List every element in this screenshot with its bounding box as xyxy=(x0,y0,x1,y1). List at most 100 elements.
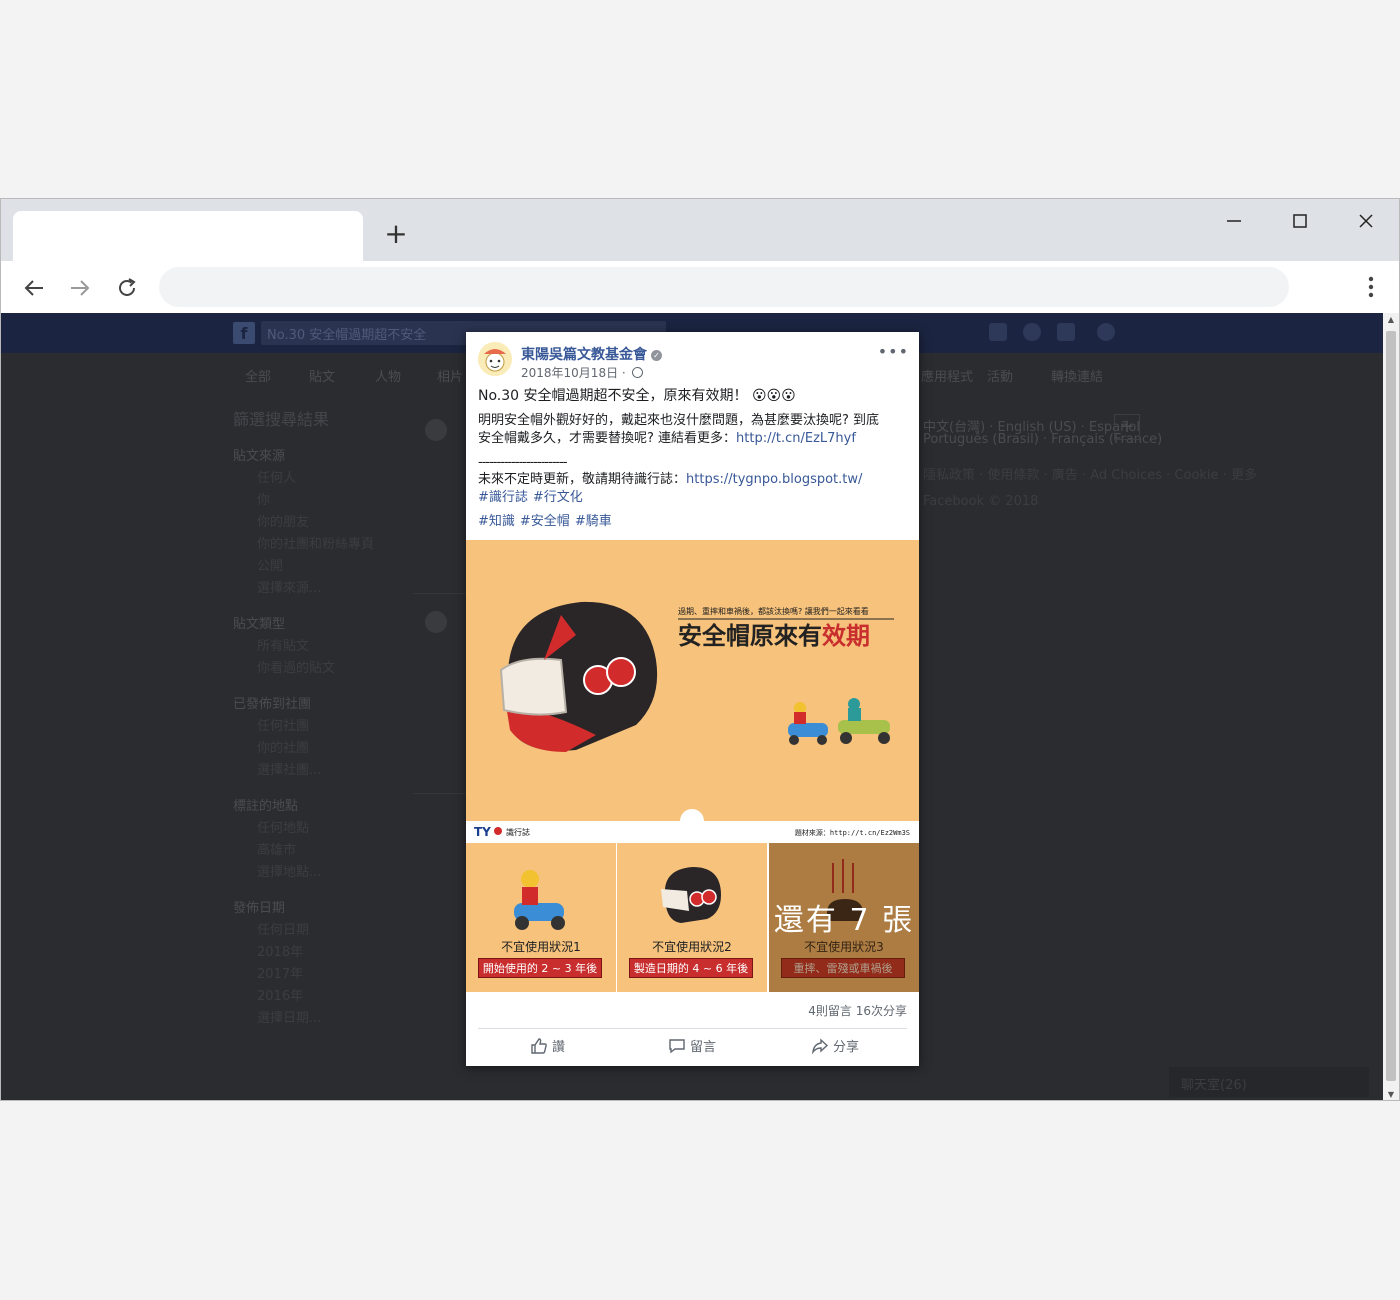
filter-option[interactable]: 你看過的貼文 xyxy=(257,657,335,676)
thumbnail-3[interactable]: 不宜使用狀況3 重摔、雷殘或車禍後 還有 7 張 xyxy=(769,843,919,992)
messenger-icon[interactable] xyxy=(1023,323,1041,341)
thumbnail-1[interactable]: 不宜使用狀況1 開始使用的 2 ~ 3 年後 xyxy=(466,843,616,992)
hashtag-link[interactable]: #知識 xyxy=(478,514,515,529)
image-footer-source: 題材來源：http://t.cn/Ez2Wm3S xyxy=(795,828,910,837)
helmet-icon xyxy=(661,867,721,923)
filter-option[interactable]: 任何人 xyxy=(257,467,296,486)
sidebar-title: 篩選搜尋結果 xyxy=(233,410,330,429)
comment-bubble-icon xyxy=(669,1039,685,1054)
share-arrow-icon xyxy=(811,1038,829,1055)
search-tab[interactable]: 相片 xyxy=(437,366,463,385)
filter-option[interactable]: 2018年 xyxy=(257,941,303,960)
forward-button[interactable] xyxy=(65,273,95,303)
close-icon xyxy=(1359,214,1373,228)
address-bar[interactable] xyxy=(159,267,1289,307)
tab-strip: + xyxy=(1,199,1399,261)
browser-tab[interactable] xyxy=(13,211,363,261)
filter-option[interactable]: 你的朋友 xyxy=(257,511,309,530)
globe-icon xyxy=(631,367,643,378)
friends-icon[interactable] xyxy=(989,323,1007,341)
page-avatar[interactable] xyxy=(478,342,512,376)
browser-toolbar xyxy=(1,261,1399,313)
filter-option[interactable]: 你的社團 xyxy=(257,737,309,756)
scooter-rider-icon xyxy=(514,870,565,930)
filter-option[interactable]: 所有貼文 xyxy=(257,635,309,654)
post-update-text: 未來不定時更新，敬請期待識行誌： xyxy=(478,472,687,487)
post-date[interactable]: 2018年10月18日 · xyxy=(521,364,643,381)
facebook-logo-icon[interactable]: f xyxy=(233,322,255,344)
page-scrollbar[interactable]: ▲ ▼ xyxy=(1383,313,1399,1100)
blog-link[interactable]: https://tygnpo.blogspot.tw/ xyxy=(686,472,862,487)
notifications-icon[interactable] xyxy=(1057,323,1075,341)
filter-option[interactable]: 選擇來源... xyxy=(257,577,321,596)
kebab-menu-icon xyxy=(1368,276,1374,298)
like-label: 讚 xyxy=(552,1040,566,1055)
post-body-text: 安全帽戴多久，才需要替換呢? 連結看更多： xyxy=(478,431,737,446)
hashtag-link[interactable]: #識行誌 xyxy=(478,490,528,505)
filter-section-title: 發佈日期 xyxy=(233,901,286,916)
filter-option[interactable]: 任何日期 xyxy=(257,919,309,938)
thumbs-up-icon xyxy=(531,1038,547,1054)
help-icon[interactable] xyxy=(1097,323,1115,341)
forward-arrow-icon xyxy=(71,280,90,296)
filter-option[interactable]: 選擇日期... xyxy=(257,1007,321,1026)
scroll-up-icon[interactable]: ▲ xyxy=(1383,313,1399,327)
result-avatar xyxy=(425,419,447,441)
close-window-button[interactable] xyxy=(1346,207,1386,237)
scroll-down-icon[interactable]: ▼ xyxy=(1383,1088,1399,1100)
filter-option[interactable]: 任何社團 xyxy=(257,715,309,734)
minimize-button[interactable] xyxy=(1214,207,1254,237)
search-tab[interactable]: 全部 xyxy=(245,366,271,385)
search-tab[interactable]: 貼文 xyxy=(309,366,335,385)
image-subtitle: 過期、重摔和車禍後，都該汰換嗎? 讓我們一起來看看 xyxy=(678,606,869,616)
thumbnail-label: 不宜使用狀況2 xyxy=(652,940,732,954)
filter-option[interactable]: 高雄市 xyxy=(257,839,296,858)
filter-option[interactable]: 你 xyxy=(257,489,270,508)
filter-option[interactable]: 選擇地點... xyxy=(257,861,321,880)
image-footer-brand: 識行誌 xyxy=(506,827,530,837)
maximize-button[interactable] xyxy=(1280,207,1320,237)
hashtag-link[interactable]: #安全帽 xyxy=(520,514,570,529)
search-tab[interactable]: 人物 xyxy=(375,366,401,385)
thumbnail-label: 不宜使用狀況1 xyxy=(501,940,581,954)
image-title: 安全帽原來有效期 xyxy=(678,622,870,650)
post-main-image[interactable]: 過期、重摔和車禍後，都該汰換嗎? 讓我們一起來看看 安全帽原來有效期 TY 識行… xyxy=(466,540,919,842)
search-tab[interactable]: 應用程式 xyxy=(921,366,973,385)
back-button[interactable] xyxy=(19,273,49,303)
separator-line: ------------------------ xyxy=(478,455,568,470)
hashtags-line: #識行誌 #行文化 xyxy=(478,489,588,507)
share-label: 分享 xyxy=(833,1040,860,1055)
filter-option[interactable]: 選擇社團... xyxy=(257,759,321,778)
foundation-logo-icon xyxy=(478,342,512,376)
filter-option[interactable]: 2017年 xyxy=(257,963,303,982)
image-footer-logo: TY xyxy=(474,825,491,839)
post-title: No.30 安全帽過期超不安全，原來有效期！ 😮😮😮 xyxy=(478,388,796,404)
comment-button[interactable]: 留言 xyxy=(668,1037,716,1059)
post-body-line: 安全帽戴多久，才需要替換呢? 連結看更多：http://t.cn/EzL7hyf xyxy=(478,430,856,448)
result-avatar xyxy=(425,611,447,633)
hashtag-link[interactable]: #行文化 xyxy=(533,490,583,505)
add-language-button[interactable]: + xyxy=(1114,414,1140,440)
thumbnail-2[interactable]: 不宜使用狀況2 製造日期的 4 ~ 6 年後 xyxy=(617,843,767,992)
filter-option[interactable]: 2016年 xyxy=(257,985,303,1004)
search-tab[interactable]: 轉換連結 xyxy=(1051,366,1103,385)
post-options-button[interactable]: ••• xyxy=(878,342,909,361)
minimize-icon xyxy=(1227,220,1241,222)
reload-button[interactable] xyxy=(112,273,142,303)
like-button[interactable]: 讚 xyxy=(530,1037,565,1059)
filter-option[interactable]: 公開 xyxy=(257,555,283,574)
footer-links[interactable]: 隱私政策 · 使用條款 · 廣告 · Ad Choices · Cookie ·… xyxy=(923,464,1257,483)
filter-option[interactable]: 任何地點 xyxy=(257,817,309,836)
new-tab-button[interactable]: + xyxy=(383,220,409,248)
scrollbar-thumb[interactable] xyxy=(1386,331,1396,1081)
browser-menu-button[interactable] xyxy=(1361,271,1381,303)
hashtag-link[interactable]: #騎車 xyxy=(575,514,612,529)
page-name-link[interactable]: 東陽吳篇文教基金會 ✓ xyxy=(521,344,662,364)
filter-option[interactable]: 你的社團和粉絲專頁 xyxy=(257,533,374,552)
chat-bar[interactable]: 聊天室(26) xyxy=(1169,1067,1369,1097)
article-link[interactable]: http://t.cn/EzL7hyf xyxy=(736,431,856,446)
search-tab[interactable]: 活動 xyxy=(987,366,1013,385)
engagement-counts[interactable]: 4則留言 16次分享 xyxy=(808,1002,907,1019)
share-button[interactable]: 分享 xyxy=(811,1037,859,1059)
image-title-black: 安全帽原來有 xyxy=(678,622,822,650)
